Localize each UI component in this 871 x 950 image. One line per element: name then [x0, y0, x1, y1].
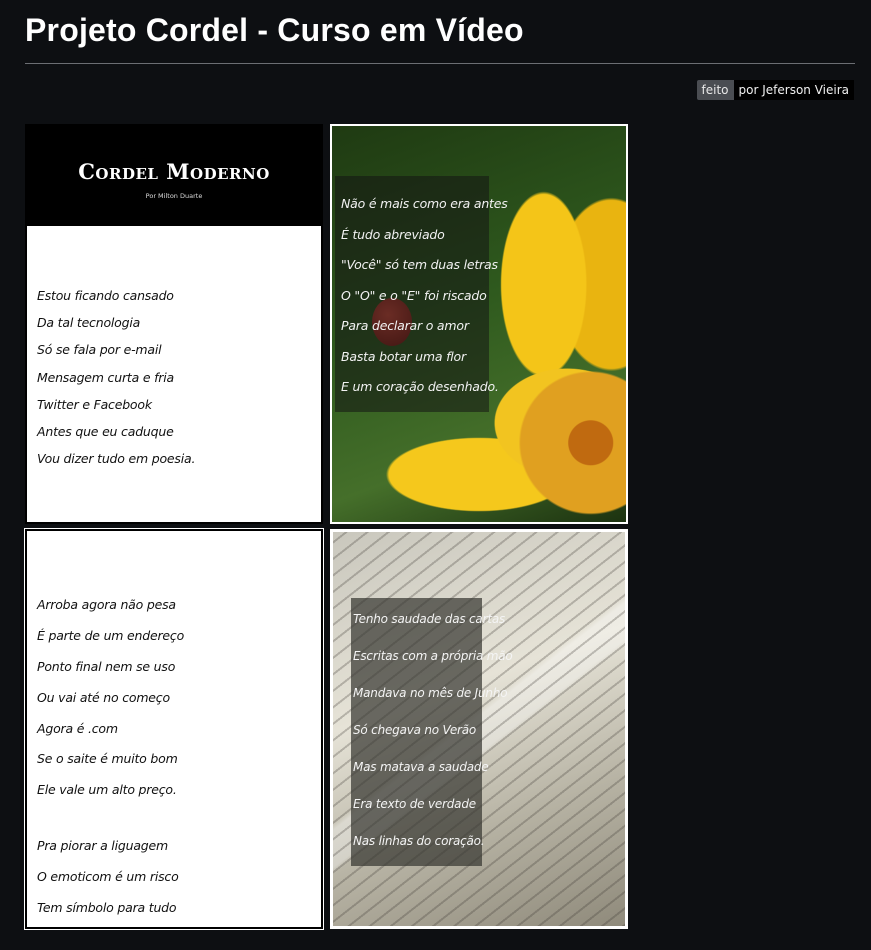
- verse-line: Se o saite é muito bom: [37, 751, 178, 767]
- page-title: Projeto Cordel - Curso em Vídeo: [25, 12, 524, 48]
- verse-line: É parte de um endereço: [37, 627, 185, 643]
- verse-line: Da tal tecnologia: [37, 315, 141, 331]
- verse-line: Mensagem curta e fria: [37, 369, 174, 385]
- verse-line: Era texto de verdade: [353, 797, 476, 811]
- credit-made-label: feito: [696, 80, 734, 100]
- verse-line: Ou vai até no começo: [37, 689, 170, 705]
- title-divider: [25, 63, 855, 64]
- verse-line: É tudo abreviado: [341, 226, 445, 242]
- verse-line: Estou ficando cansado: [37, 288, 174, 303]
- verse-line: Tem símbolo para tudo: [37, 900, 177, 916]
- verse-line: E um coração desenhado.: [341, 379, 499, 394]
- verse-line: Antes que eu caduque: [37, 423, 174, 439]
- verse-block-2: Não é mais como era antes É tudo abrevia…: [341, 196, 508, 410]
- cordel-image-4: Tenho saudade das cartas Escritas com a …: [330, 529, 628, 929]
- verse-line: Arroba agora não pesa: [37, 597, 176, 612]
- verse-line: O emoticom é um risco: [37, 869, 179, 885]
- verse-line: Ele vale um alto preço.: [37, 782, 177, 798]
- verse-block-1: Estou ficando cansado Da tal tecnologia …: [37, 288, 195, 478]
- verse-line: Só chegava no Verão: [353, 723, 477, 737]
- verse-line: Mas matava a saudade: [353, 760, 489, 774]
- verse-line: "Você" só tem duas letras: [341, 257, 498, 272]
- cordel-banner: Cordel Moderno Por Milton Duarte: [27, 126, 321, 226]
- credit-author-label: por Jeferson Vieira: [733, 80, 854, 100]
- verse-line: Twitter e Facebook: [37, 396, 152, 412]
- verse-line: Escritas com a própria mão: [353, 649, 513, 663]
- verse-line: Basta botar uma flor: [341, 348, 466, 364]
- verse-line: Agora é .com: [37, 720, 118, 736]
- cordel-image-2: Não é mais como era antes É tudo abrevia…: [330, 124, 628, 524]
- cordel-image-1: Cordel Moderno Por Milton Duarte Estou f…: [25, 124, 323, 524]
- verse-line: Não é mais como era antes: [341, 196, 508, 211]
- verse-line: Vou dizer tudo em poesia.: [37, 451, 196, 467]
- verse-line: Para declarar o amor: [341, 318, 469, 333]
- verse-line: Pra piorar a liguagem: [37, 838, 168, 854]
- verse-line: Ponto final nem se uso: [37, 658, 176, 674]
- verse-line: Nas linhas do coração.: [353, 834, 485, 848]
- verse-block-4: Tenho saudade das cartas Escritas com a …: [353, 612, 513, 871]
- verse-line: Só se fala por e-mail: [37, 342, 162, 358]
- author-credit: feito por Jeferson Vieira: [696, 80, 854, 100]
- verse-line: O "O" e o "E" foi riscado: [341, 287, 487, 303]
- banner-subtitle: Por Milton Duarte: [145, 192, 203, 200]
- banner-title: Cordel Moderno: [78, 159, 270, 184]
- cordel-image-3: Arroba agora não pesa É parte de um ende…: [24, 528, 324, 930]
- verse-line: Tenho saudade das cartas: [353, 612, 506, 626]
- verse-line: Mandava no mês de Junho: [353, 686, 508, 700]
- verse-block-3: Arroba agora não pesa É parte de um ende…: [37, 597, 185, 927]
- stanza-gap: [37, 813, 184, 838]
